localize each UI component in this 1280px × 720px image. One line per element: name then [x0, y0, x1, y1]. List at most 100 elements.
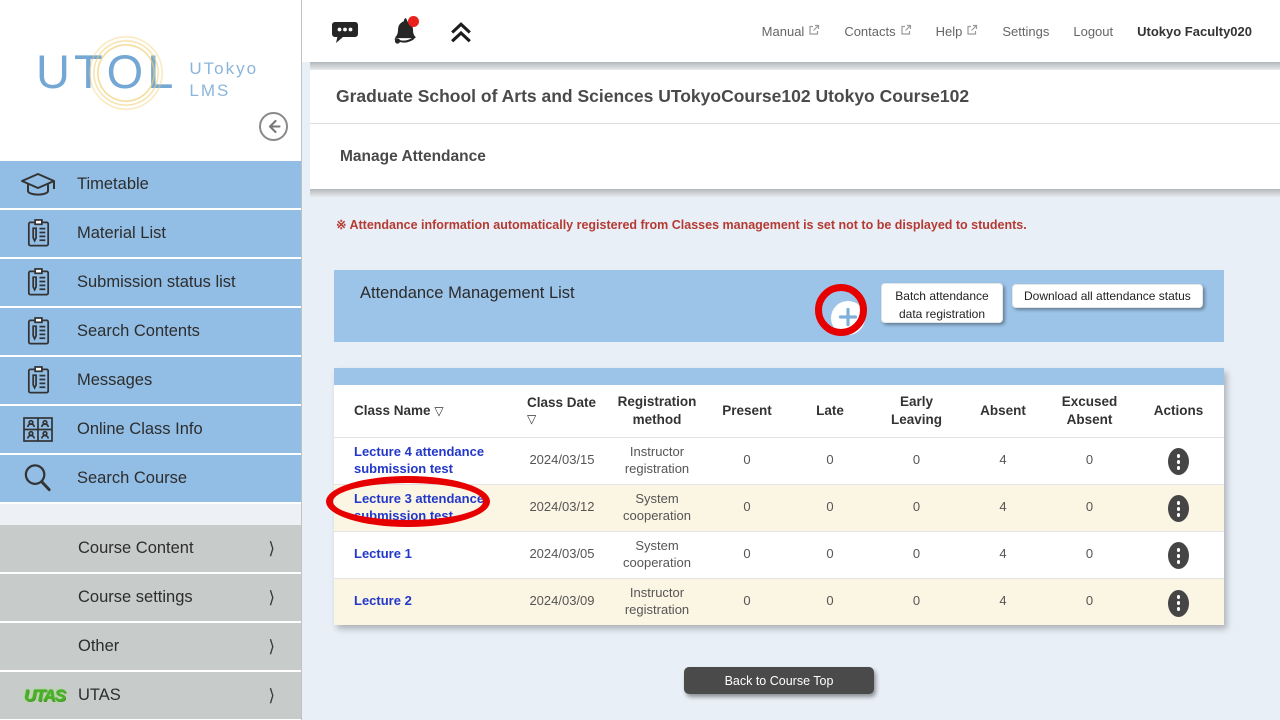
attendance-panel-header: Attendance Management List Batch attenda… — [334, 270, 1224, 342]
table-row: Lecture 3 attendance submission test 202… — [334, 484, 1224, 531]
clipboard-icon — [15, 316, 61, 347]
column-header-absent: Absent — [960, 385, 1046, 437]
collapse-topbar-icon[interactable] — [448, 19, 474, 44]
logo-subtitle-line2: LMS — [189, 80, 258, 102]
sidebar-item-label: Other — [78, 637, 119, 656]
column-header-class-name[interactable]: Class Name ▽ — [334, 385, 517, 437]
sidebar-item-search-course[interactable]: Search Course — [0, 455, 301, 502]
absent-count: 4 — [960, 437, 1046, 484]
class-date: 2024/03/15 — [517, 437, 607, 484]
sidebar-item-messages[interactable]: Messages — [0, 357, 301, 404]
sidebar-item-timetable[interactable]: Timetable — [0, 161, 301, 208]
download-all-attendance-button[interactable]: Download all attendance status — [1012, 284, 1203, 308]
batch-attendance-registration-button[interactable]: Batch attendance data registration — [881, 283, 1003, 323]
course-header: Graduate School of Arts and Sciences UTo… — [310, 70, 1280, 189]
screen: UTOL UTokyo LMS — [0, 0, 1280, 720]
row-actions-menu-icon[interactable] — [1168, 448, 1189, 475]
class-link-lecture1[interactable]: Lecture 1 — [354, 546, 412, 561]
add-attendance-button[interactable] — [831, 301, 865, 335]
late-count: 0 — [787, 437, 873, 484]
sidebar-item-course-content[interactable]: Course Content ⟩ — [0, 525, 301, 572]
contacts-link[interactable]: Contacts — [844, 24, 911, 39]
absent-count: 4 — [960, 531, 1046, 578]
table-row: Lecture 2 2024/03/09 Instructor registra… — [334, 578, 1224, 625]
class-link-lecture2[interactable]: Lecture 2 — [354, 593, 412, 608]
back-arrow-icon — [258, 130, 289, 145]
sidebar-collapse-button[interactable] — [258, 111, 289, 142]
late-count: 0 — [787, 531, 873, 578]
sidebar-item-course-settings[interactable]: Course settings ⟩ — [0, 574, 301, 621]
logo-subtitle: UTokyo LMS — [189, 58, 258, 102]
header-shadow-band — [310, 189, 1280, 197]
class-link-lecture3[interactable]: Lecture 3 attendance submission test — [354, 491, 484, 523]
table-row: Lecture 1 2024/03/05 System cooperation … — [334, 531, 1224, 578]
sidebar-item-other[interactable]: Other ⟩ — [0, 623, 301, 670]
notification-bell-icon[interactable] — [386, 13, 422, 49]
table-header-row: Class Name ▽ Class Date▽ Registration me… — [334, 385, 1224, 437]
help-link[interactable]: Help — [936, 24, 979, 39]
early-leaving-count: 0 — [873, 531, 960, 578]
row-actions-menu-icon[interactable] — [1168, 542, 1189, 569]
excused-absent-count: 0 — [1046, 531, 1133, 578]
present-count: 0 — [707, 531, 787, 578]
column-header-early-leaving: Early Leaving — [873, 385, 960, 437]
logo-letter-o: O — [107, 46, 148, 98]
chat-icon[interactable] — [330, 16, 360, 47]
topbar-shadow-band — [310, 62, 1280, 70]
absent-count: 4 — [960, 484, 1046, 531]
clipboard-icon — [15, 218, 61, 249]
sidebar-item-label: Search Contents — [77, 322, 200, 341]
column-header-actions: Actions — [1133, 385, 1224, 437]
sidebar-item-label: Material List — [77, 224, 166, 243]
topbar-icons — [330, 0, 474, 62]
sidebar-item-label: Search Course — [77, 469, 187, 488]
external-link-icon — [900, 24, 912, 39]
chevron-right-icon: ⟩ — [268, 637, 275, 657]
sidebar-item-utas[interactable]: UTAS UTAS ⟩ — [0, 672, 301, 719]
registration-method: Instructor registration — [607, 578, 707, 625]
settings-link[interactable]: Settings — [1002, 24, 1049, 39]
table-top-bar — [334, 368, 1224, 385]
logo-subtitle-line1: UTokyo — [189, 58, 258, 80]
sort-icon: ▽ — [527, 412, 607, 428]
excused-absent-count: 0 — [1046, 437, 1133, 484]
course-title: Graduate School of Arts and Sciences UTo… — [310, 70, 1280, 124]
sidebar-item-label: Timetable — [77, 175, 149, 194]
registration-method: Instructor registration — [607, 437, 707, 484]
chevron-right-icon: ⟩ — [268, 686, 275, 706]
utas-logo-icon: UTAS — [24, 686, 65, 706]
sidebar-item-online-class-info[interactable]: Online Class Info — [0, 406, 301, 453]
notification-badge — [408, 16, 419, 27]
sidebar-item-search-contents[interactable]: Search Contents — [0, 308, 301, 355]
sidebar-item-label: Course Content — [78, 539, 194, 558]
manual-link[interactable]: Manual — [762, 24, 821, 39]
class-date: 2024/03/12 — [517, 484, 607, 531]
late-count: 0 — [787, 484, 873, 531]
row-actions-menu-icon[interactable] — [1168, 590, 1189, 617]
registration-method: System cooperation — [607, 531, 707, 578]
main-area: Manual Contacts Help S — [302, 0, 1280, 720]
logo-area: UTOL UTokyo LMS — [0, 0, 301, 161]
back-button-area: Back to Course Top — [334, 667, 1224, 694]
logout-link[interactable]: Logout — [1073, 24, 1113, 39]
sidebar-item-submission-status-list[interactable]: Submission status list — [0, 259, 301, 306]
row-actions-menu-icon[interactable] — [1168, 495, 1189, 522]
clipboard-icon — [15, 365, 61, 396]
sort-icon: ▽ — [434, 404, 443, 418]
logged-in-user: Utokyo Faculty020 — [1137, 24, 1252, 39]
column-header-excused-absent: Excused Absent — [1046, 385, 1133, 437]
sidebar-item-label: Submission status list — [77, 273, 236, 292]
attendance-notice: ※ Attendance information automatically r… — [336, 217, 1280, 232]
class-link-lecture4[interactable]: Lecture 4 attendance submission test — [354, 444, 484, 476]
attendance-table: Class Name ▽ Class Date▽ Registration me… — [334, 368, 1224, 625]
table-row: Lecture 4 attendance submission test 202… — [334, 437, 1224, 484]
sidebar-item-material-list[interactable]: Material List — [0, 210, 301, 257]
column-header-class-date[interactable]: Class Date▽ — [517, 385, 607, 437]
chevron-right-icon: ⟩ — [268, 539, 275, 559]
column-header-late: Late — [787, 385, 873, 437]
back-to-course-top-button[interactable]: Back to Course Top — [684, 667, 874, 694]
sidebar-group-divider — [0, 504, 301, 525]
registration-method: System cooperation — [607, 484, 707, 531]
early-leaving-count: 0 — [873, 578, 960, 625]
early-leaving-count: 0 — [873, 484, 960, 531]
